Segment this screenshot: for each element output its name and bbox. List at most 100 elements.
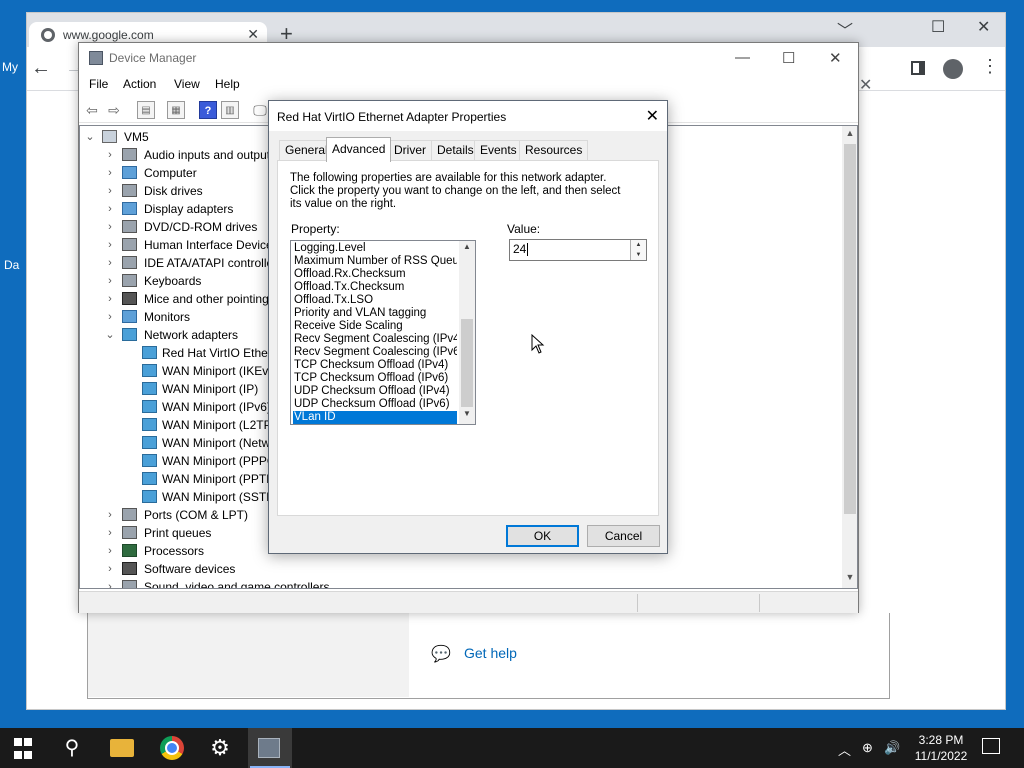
get-help-link[interactable]: Get help [464,645,517,661]
dialog-close-button[interactable]: ✕ [646,106,659,126]
scan-hardware-icon[interactable]: 🖵 [251,101,269,119]
forward-arrow-icon[interactable]: ⇨ [105,101,123,119]
network-icon[interactable]: ⊕ [862,740,873,756]
back-button[interactable]: ← [31,57,51,80]
menu-action[interactable]: Action [123,77,156,91]
start-button[interactable] [14,738,38,762]
minimize-button[interactable]: — [735,49,750,66]
profile-avatar[interactable] [943,59,963,79]
chevron-right-icon[interactable]: › [104,182,116,200]
property-option[interactable]: Priority and VLAN tagging [293,307,457,320]
chevron-right-icon[interactable]: › [104,578,116,588]
tab-details[interactable]: Details [431,140,480,161]
desktop-icon-label[interactable]: My [2,60,18,74]
title-bar[interactable]: Device Manager — ☐ ✕ [79,43,858,73]
clock[interactable]: 3:28 PM 11/1/2022 [908,732,974,764]
chevron-right-icon[interactable]: › [104,146,116,164]
network-adapter-icon [142,454,157,467]
property-option[interactable]: Maximum Number of RSS Queues [293,255,457,268]
chevron-right-icon[interactable]: › [104,524,116,542]
property-option[interactable]: TCP Checksum Offload (IPv6) [293,372,457,385]
property-option[interactable]: Recv Segment Coalescing (IPv6) [293,346,457,359]
chevron-right-icon[interactable]: › [104,236,116,254]
clock-date: 11/1/2022 [914,749,968,763]
chevron-right-icon[interactable]: › [104,560,116,578]
chrome-icon[interactable] [160,736,184,760]
spin-up-button[interactable]: ▲ [630,240,646,250]
scroll-up-icon[interactable]: ▲ [459,242,475,251]
desktop-icon-label[interactable]: Da [4,258,19,272]
settings-icon[interactable]: ⚙ [208,736,232,760]
show-hide-icon[interactable]: ▦ [167,101,185,119]
help-chat-icon: 💬 [431,646,451,663]
tray-overflow-icon[interactable]: ︿ [838,740,851,759]
tab-driver[interactable]: Driver [388,140,432,161]
tab-advanced[interactable]: Advanced [326,137,392,162]
spin-down-button[interactable]: ▼ [630,250,646,260]
file-explorer-icon[interactable] [110,739,134,757]
notification-icon[interactable] [982,738,1000,754]
tree-category-label: Processors [144,544,205,558]
scroll-down-icon[interactable]: ▼ [842,572,857,582]
close-button[interactable]: ✕ [829,49,842,67]
close-icon[interactable]: ✕ [859,75,872,95]
property-option[interactable]: Offload.Rx.Checksum [293,268,457,281]
side-panel-icon[interactable] [911,61,925,75]
chevron-right-icon[interactable]: › [104,200,116,218]
property-option[interactable]: Offload.Tx.LSO [293,294,457,307]
property-option[interactable]: Logging.Level [293,242,457,255]
property-option[interactable]: VLan ID [293,411,457,424]
device-manager-taskbar-icon[interactable] [258,738,280,758]
volume-icon[interactable]: 🔊 [884,740,900,756]
search-icon[interactable]: ⚲ [60,736,84,760]
tree-category-label: IDE ATA/ATAPI controllers [144,256,284,270]
property-option[interactable]: Offload.Tx.Checksum [293,281,457,294]
chevron-right-icon[interactable]: › [104,290,116,308]
tree-scrollbar[interactable]: ▲ ▼ [842,126,857,588]
dialog-title-bar[interactable]: Red Hat VirtIO Ethernet Adapter Properti… [269,101,667,131]
chevron-right-icon[interactable]: › [104,272,116,290]
scroll-down-icon[interactable]: ▼ [459,409,475,418]
chevron-right-icon[interactable]: › [104,164,116,182]
tab-events[interactable]: Events [474,140,523,161]
chevron-right-icon[interactable]: › [104,506,116,524]
listbox-scrollbar[interactable]: ▲ ▼ [459,241,475,424]
chevron-right-icon[interactable]: › [104,254,116,272]
property-option[interactable]: Recv Segment Coalescing (IPv4) [293,333,457,346]
help-icon[interactable]: ? [199,101,217,119]
scroll-thumb[interactable] [461,319,473,407]
chevron-down-icon[interactable]: ⌄ [84,128,96,146]
cancel-button[interactable]: Cancel [587,525,660,547]
maximize-button[interactable]: ☐ [782,49,795,67]
menu-view[interactable]: View [174,77,200,91]
scroll-up-icon[interactable]: ▲ [842,128,857,138]
chevron-right-icon[interactable]: › [104,218,116,236]
back-arrow-icon[interactable]: ⇦ [83,101,101,119]
browser-minimize-button[interactable]: ﹀ [837,17,853,41]
globe-icon [41,28,55,42]
tab-close-icon[interactable]: ✕ [247,26,259,43]
property-listbox[interactable]: Logging.Level Maximum Number of RSS Queue… [290,240,476,425]
property-option[interactable]: UDP Checksum Offload (IPv4) [293,385,457,398]
chevron-right-icon[interactable]: › [104,308,116,326]
property-option[interactable]: Receive Side Scaling [293,320,457,333]
chevron-right-icon[interactable]: › [104,542,116,560]
tree-category-label: Display adapters [144,202,234,216]
value-input[interactable]: 24 ▲ ▼ [509,239,647,261]
tree-device-label: WAN Miniport (L2TP) [162,418,276,432]
scroll-thumb[interactable] [844,144,856,514]
browser-close-button[interactable]: ✕ [977,17,990,37]
browser-maximize-button[interactable]: ☐ [931,17,945,37]
display-icon [122,202,137,215]
properties-icon[interactable]: ▤ [137,101,155,119]
property-option[interactable]: UDP Checksum Offload (IPv6) [293,398,457,411]
browser-menu-button[interactable]: ⋮ [981,57,999,75]
chevron-down-icon[interactable]: ⌄ [104,326,116,344]
property-option[interactable]: TCP Checksum Offload (IPv4) [293,359,457,372]
view-icon[interactable]: ▥ [221,101,239,119]
ok-button[interactable]: OK [506,525,579,547]
menu-help[interactable]: Help [215,77,240,91]
menu-file[interactable]: File [89,77,108,91]
tree-category-label: Ports (COM & LPT) [144,508,249,522]
tab-resources[interactable]: Resources [519,140,589,161]
